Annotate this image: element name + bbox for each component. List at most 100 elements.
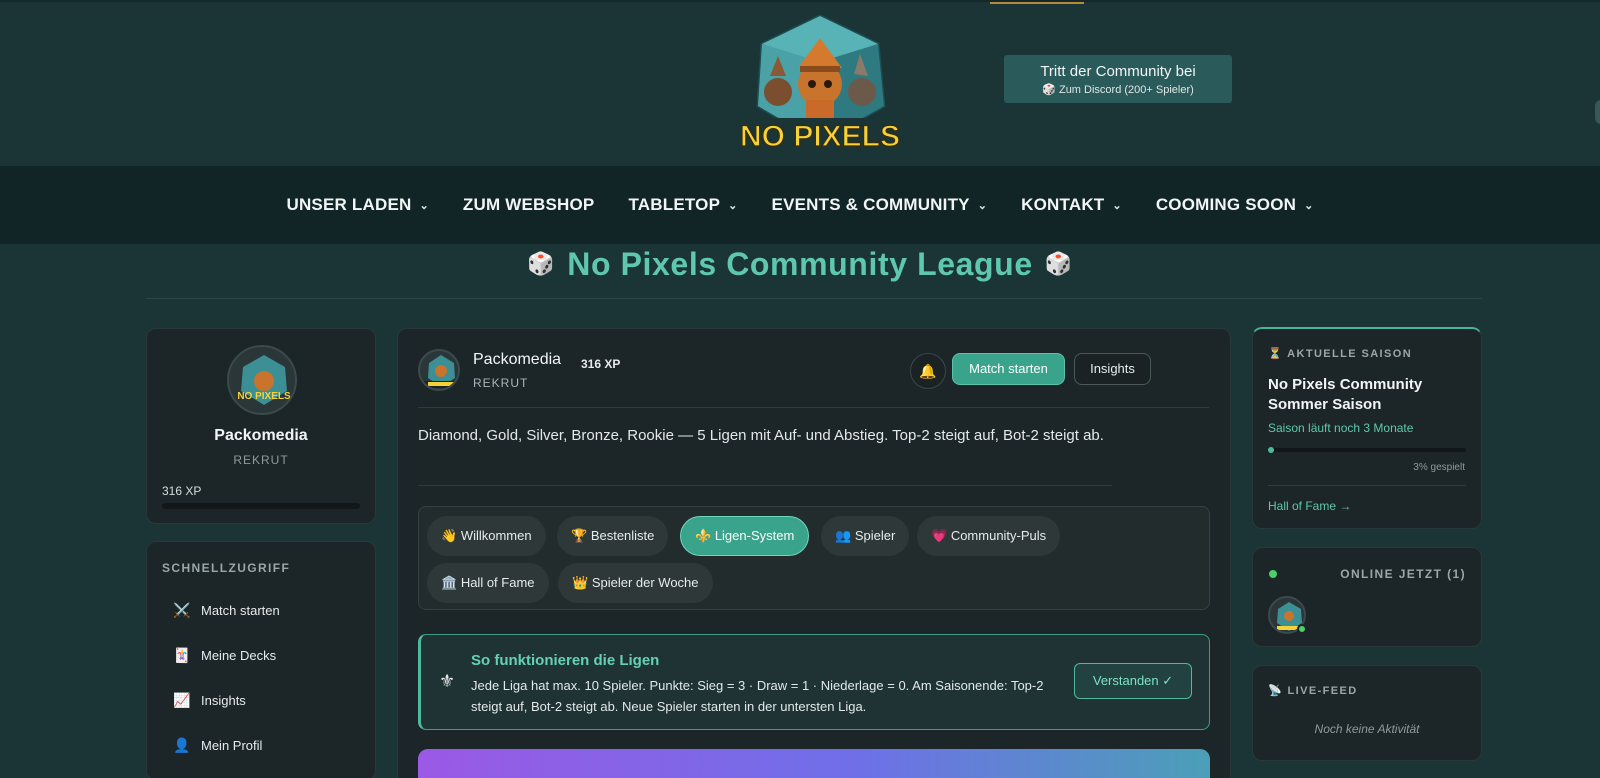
nav-item-label: COOMING SOON — [1155, 195, 1297, 214]
nav-item-label: ZUM WEBSHOP — [462, 195, 595, 214]
season-progress-label: 3% gespielt — [1413, 462, 1465, 473]
heart-icon: 💗 — [931, 528, 948, 543]
logo-graphic: NO PIXELS — [739, 14, 901, 154]
tab-label: Hall of Fame — [460, 575, 535, 590]
no-pixels-logo[interactable]: NO PIXELS — [739, 14, 901, 156]
nav-item-tabletop[interactable]: TABLETOP ⌄ — [611, 195, 754, 215]
nav-list: UNSER LADEN ⌄ ZUM WEBSHOP TABLETOP ⌄ EVENTS &… — [0, 166, 1600, 244]
cards-icon: 🃏 — [173, 647, 191, 663]
quick-item-label: Meine Decks — [201, 648, 277, 663]
user-xp: 316 XP — [581, 357, 621, 371]
waving-hand-icon: 👋 — [441, 528, 458, 543]
discord-subtitle: 🎲 Zum Discord (200+ Spieler) — [1042, 84, 1194, 96]
league-description: Diamond, Gold, Silver, Bronze, Rookie — … — [418, 427, 1104, 444]
online-indicator-icon — [1269, 570, 1277, 578]
discord-join-button[interactable]: Tritt der Community bei 🎲 Zum Discord (2… — [1004, 55, 1232, 103]
crown-icon: 👑 — [572, 575, 589, 590]
description-divider — [418, 485, 1112, 486]
nav-item-events-community[interactable]: EVENTS & COMMUNITY ⌄ — [755, 195, 1005, 215]
live-feed-card: 📡 LIVE-FEED Noch keine Aktivität — [1252, 665, 1482, 761]
quick-item-meine-decks[interactable]: 🃏 Meine Decks — [173, 647, 276, 664]
tab-hall-of-fame[interactable]: 🏛️ Hall of Fame — [427, 563, 549, 603]
nav-item-label: EVENTS & COMMUNITY — [771, 195, 970, 214]
header-divider — [418, 407, 1209, 408]
temple-icon: 🏛️ — [441, 575, 458, 590]
profile-name: Packomedia — [214, 427, 308, 444]
quick-item-mein-profil[interactable]: 👤 Mein Profil — [173, 737, 262, 754]
quick-item-match-starten[interactable]: ⚔️ Match starten — [173, 602, 280, 619]
nav-item-zum-webshop[interactable]: ZUM WEBSHOP — [446, 195, 612, 215]
avatar-logo-icon — [424, 355, 458, 388]
tab-community-puls[interactable]: 💗 Community-Puls — [917, 516, 1061, 556]
live-feed-empty: Noch keine Aktivität — [1314, 722, 1420, 736]
profile-xp: 316 XP — [162, 484, 202, 498]
season-progress-bar — [1268, 447, 1466, 453]
nav-item-label: KONTAKT — [1021, 195, 1105, 214]
tab-label: Willkommen — [460, 528, 532, 543]
info-text: Jede Liga hat max. 10 Spieler. Punkte: S… — [471, 678, 1044, 714]
understood-button[interactable]: Verstanden ✓ — [1074, 663, 1192, 699]
site-header: NO PIXELS Tritt der Community bei 🎲 Zum … — [0, 0, 1600, 166]
logo-text: NO PIXELS — [740, 120, 900, 153]
season-divider — [1268, 485, 1466, 486]
tab-spieler[interactable]: 👥 Spieler — [821, 516, 910, 556]
season-remaining: Saison läuft noch 3 Monate — [1268, 421, 1414, 435]
dice-icon: 🎲 — [527, 251, 556, 276]
league-info-box: ⚜ So funktionieren die Ligen Jede Liga h… — [418, 634, 1210, 730]
tab-willkommen[interactable]: 👋 Willkommen — [427, 516, 546, 556]
quick-item-label: Match starten — [201, 603, 280, 618]
season-progress-fill — [1268, 447, 1274, 453]
tab-label: Bestenliste — [590, 528, 655, 543]
nav-item-unser-laden[interactable]: UNSER LADEN ⌄ — [269, 195, 445, 215]
hall-of-fame-link[interactable]: Hall of Fame → — [1268, 499, 1351, 513]
trophy-icon: 🏆 — [571, 528, 588, 543]
page-title: 🎲 No Pixels Community League 🎲 — [0, 246, 1600, 283]
insights-button[interactable]: Insights — [1074, 353, 1151, 385]
online-status-badge — [1297, 624, 1307, 634]
match-start-button[interactable]: Match starten — [952, 353, 1065, 385]
header-accent-line — [990, 2, 1084, 4]
tab-bestenliste[interactable]: 🏆 Bestenliste — [557, 516, 669, 556]
profile-card: NO PIXELS Packomedia REKRUT 316 XP — [146, 328, 376, 524]
quick-access-title: SCHNELLZUGRIFF — [162, 561, 291, 575]
online-heading: ONLINE JETZT (1) — [1340, 567, 1466, 581]
nav-item-cooming-soon[interactable]: COOMING SOON ⌄ — [1139, 195, 1331, 215]
bell-icon: 🔔 — [919, 363, 937, 379]
tab-label: Ligen-System — [714, 528, 795, 543]
tab-ligen-system[interactable]: ⚜️ Ligen-System — [680, 516, 810, 556]
user-name: Packomedia — [473, 351, 562, 368]
nav-item-kontakt[interactable]: KONTAKT ⌄ — [1004, 195, 1139, 215]
chevron-down-icon: ⌄ — [728, 199, 738, 212]
avatar-logo-icon: NO PIXELS — [237, 355, 291, 405]
xp-progress-bar — [162, 503, 360, 509]
user-icon: 👤 — [173, 737, 191, 753]
quick-item-insights[interactable]: 📈 Insights — [173, 692, 246, 709]
quick-item-label: Mein Profil — [201, 738, 263, 753]
live-feed-heading: 📡 LIVE-FEED — [1268, 685, 1358, 697]
main-league-panel: Packomedia REKRUT 316 XP 🔔 Match starten… — [397, 328, 1231, 778]
chevron-down-icon: ⌄ — [977, 199, 988, 212]
tab-label: Community-Puls — [950, 528, 1047, 543]
tab-spieler-der-woche[interactable]: 👑 Spieler der Woche — [558, 563, 713, 603]
nav-item-label: TABLETOP — [628, 195, 721, 214]
season-name: No Pixels Community Sommer Saison — [1268, 376, 1423, 413]
title-divider — [146, 298, 1482, 299]
discord-title: Tritt der Community bei — [1040, 63, 1196, 80]
season-card: ⏳ AKTUELLE SAISON No Pixels Community So… — [1252, 327, 1482, 529]
info-title: So funktionieren die Ligen — [471, 652, 660, 669]
chevron-down-icon: ⌄ — [1112, 199, 1122, 212]
edge-scroll-handle[interactable] — [1595, 100, 1600, 124]
chevron-down-icon: ⌄ — [419, 199, 429, 212]
fleur-de-lis-icon: ⚜️ — [695, 528, 712, 543]
quick-item-label: Insights — [201, 693, 246, 708]
tab-label: Spieler — [854, 528, 896, 543]
profile-rank: REKRUT — [233, 453, 289, 467]
quick-access-card: SCHNELLZUGRIFF ⚔️ Match starten 🃏 Meine … — [146, 541, 376, 778]
gradient-banner — [418, 749, 1210, 778]
avatar[interactable]: NO PIXELS — [227, 345, 297, 415]
chevron-down-icon: ⌄ — [1304, 199, 1314, 212]
main-navigation: UNSER LADEN ⌄ ZUM WEBSHOP TABLETOP ⌄ EVENTS &… — [0, 166, 1600, 244]
user-rank: REKRUT — [473, 376, 529, 390]
avatar[interactable] — [418, 349, 460, 391]
notifications-button[interactable]: 🔔 — [910, 353, 946, 389]
